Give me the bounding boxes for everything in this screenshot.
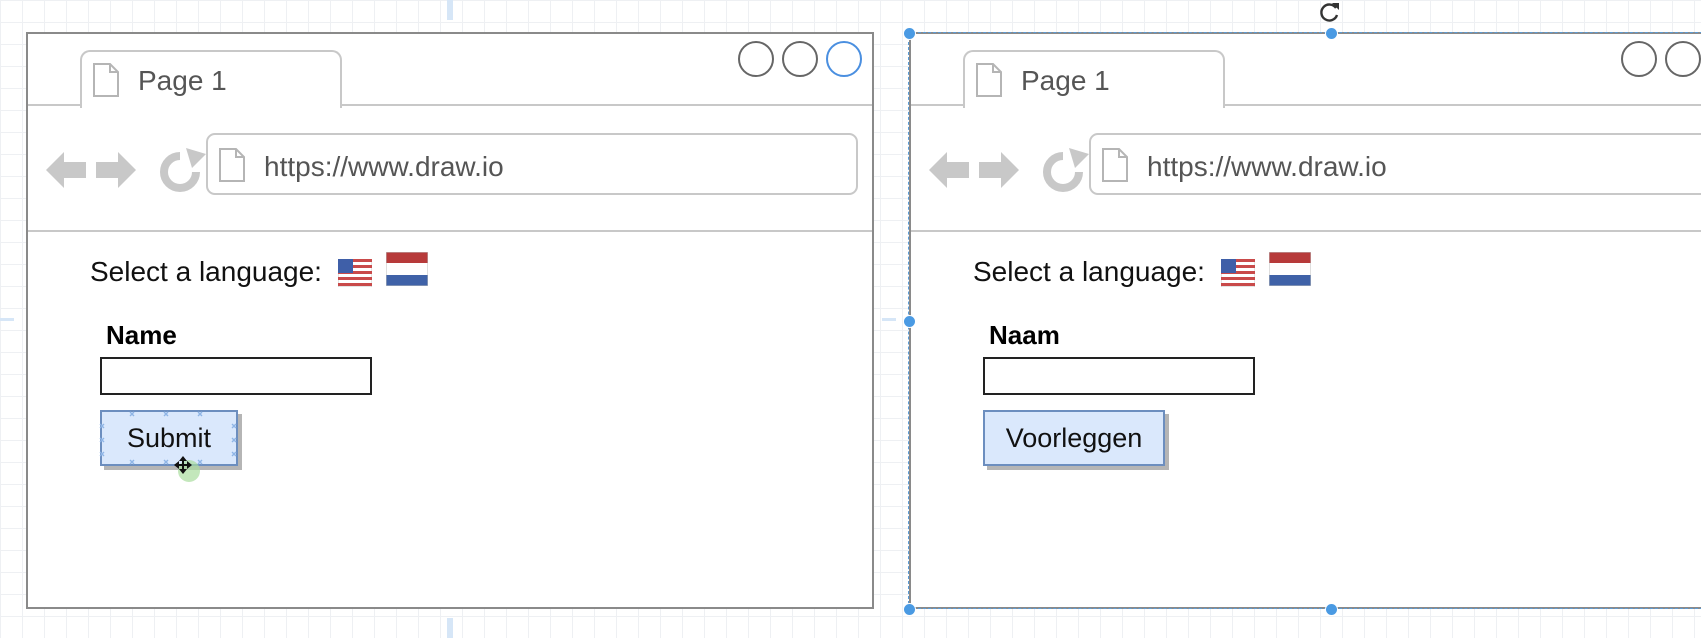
url-text: https://www.draw.io — [1147, 151, 1387, 182]
back-arrow-icon[interactable] — [929, 152, 969, 188]
guide-arrow-top — [447, 0, 453, 20]
tab-label: Page 1 — [1021, 65, 1110, 96]
resize-handle-top-left[interactable] — [903, 27, 916, 40]
netherlands-flag-icon[interactable] — [386, 252, 428, 286]
page-content: Select a language: Name Submit — [28, 232, 872, 607]
forward-arrow-icon[interactable] — [96, 152, 136, 188]
url-bar[interactable]: https://www.draw.io — [206, 133, 858, 195]
name-input[interactable] — [100, 357, 372, 395]
reload-icon[interactable] — [1043, 148, 1089, 192]
resize-handle-bottom[interactable] — [1325, 603, 1338, 616]
guide-arrow-mid — [882, 318, 896, 321]
browser-tab[interactable]: Page 1 — [963, 50, 1225, 108]
forward-arrow-icon[interactable] — [979, 152, 1019, 188]
document-icon — [93, 63, 119, 97]
window-button-minimize[interactable] — [1621, 41, 1657, 77]
navigation-bar: https://www.draw.io — [28, 106, 872, 232]
submit-button[interactable]: Submit — [100, 410, 238, 466]
browser-tab[interactable]: Page 1 — [80, 50, 342, 108]
navigation-icons — [46, 148, 206, 192]
tab-label: Page 1 — [138, 65, 227, 96]
document-icon — [1102, 148, 1128, 182]
submit-button[interactable]: Voorleggen — [983, 410, 1165, 466]
navigation-bar: https://www.draw.io — [911, 106, 1701, 232]
name-label: Naam — [989, 320, 1060, 350]
browser-mockup-english[interactable]: Page 1 https://www.draw.io Select a lang… — [26, 32, 874, 609]
guide-arrow-bottom — [447, 618, 453, 638]
rotate-icon[interactable] — [1318, 0, 1342, 24]
us-flag-icon[interactable] — [338, 259, 372, 287]
move-cursor-icon — [174, 456, 200, 482]
resize-handle-bottom-left[interactable] — [903, 603, 916, 616]
language-label: Select a language: — [973, 256, 1205, 287]
window-button-maximize[interactable] — [782, 41, 818, 77]
back-arrow-icon[interactable] — [46, 152, 86, 188]
name-label: Name — [106, 320, 177, 350]
tab-bar: Page 1 — [911, 34, 1701, 108]
netherlands-flag-icon[interactable] — [1269, 252, 1311, 286]
us-flag-icon[interactable] — [1221, 259, 1255, 287]
url-text: https://www.draw.io — [264, 151, 504, 182]
reload-icon[interactable] — [160, 148, 206, 192]
window-button-close[interactable] — [826, 41, 862, 77]
resize-handle-left[interactable] — [903, 315, 916, 328]
name-input[interactable] — [983, 357, 1255, 395]
resize-handle-top[interactable] — [1325, 27, 1338, 40]
diagram-canvas[interactable]: Page 1 https://www.draw.io Select a lang… — [0, 0, 1701, 638]
document-icon — [976, 63, 1002, 97]
guide-arrow-left — [0, 318, 14, 321]
page-content: Select a language: Naam Voorleggen — [911, 232, 1701, 607]
tab-bar: Page 1 — [28, 34, 872, 108]
window-button-maximize[interactable] — [1665, 41, 1701, 77]
url-bar[interactable]: https://www.draw.io — [1089, 133, 1701, 195]
browser-mockup-dutch[interactable]: Page 1 https://www.draw.io Select a lang… — [909, 32, 1701, 609]
document-icon — [219, 148, 245, 182]
navigation-icons — [929, 148, 1089, 192]
window-button-minimize[interactable] — [738, 41, 774, 77]
language-label: Select a language: — [90, 256, 322, 287]
